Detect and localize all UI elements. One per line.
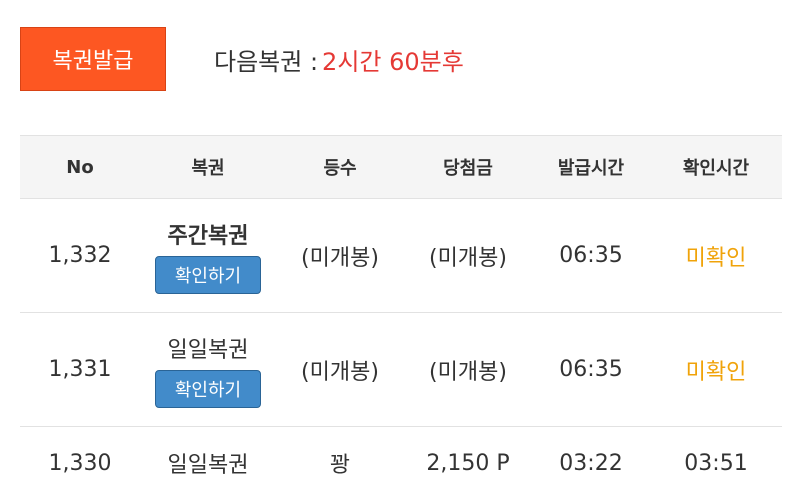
row-lottery-cell: 일일복권 [140,447,276,477]
row-lottery-type: 주간복권 [167,223,249,249]
row-issue-time: 03:22 [559,450,623,476]
row-lottery-cell: 일일복권 확인하기 [140,332,276,408]
row-no: 1,332 [48,243,112,268]
column-header-rank: 등수 [323,158,357,179]
row-rank: 꽝 [329,453,351,477]
table-row: 1,331 일일복권 확인하기 (미개봉) (미개봉) 06:35 미확인 [20,313,782,427]
lottery-page: 복권발급 다음복권 : 2시간 60분후 No 복권 등수 당첨금 발급시간 확… [0,0,800,477]
row-check-status: 미확인 [685,245,747,271]
row-rank: (미개봉) [301,359,379,385]
column-header-no: No [66,156,94,178]
lottery-table: No 복권 등수 당첨금 발급시간 확인시간 1,332 주간복권 확인하기 (… [20,135,782,477]
confirm-button[interactable]: 확인하기 [155,369,261,408]
table-row: 1,332 주간복권 확인하기 (미개봉) (미개봉) 06:35 미확인 [20,199,782,313]
row-prize: 2,150 P [426,450,510,476]
row-no: 1,330 [48,450,112,476]
row-check-status: 미확인 [685,359,747,385]
row-check-time: 03:51 [684,450,748,476]
column-header-prize: 당첨금 [443,158,493,179]
next-lottery-label: 다음복권 : [214,47,319,76]
row-prize: (미개봉) [429,245,507,271]
column-header-issue-time: 발급시간 [557,158,625,179]
row-lottery-cell: 주간복권 확인하기 [140,218,276,294]
next-lottery-countdown: 2시간 60분후 [322,47,464,76]
row-issue-time: 06:35 [559,243,623,268]
column-header-check-time: 확인시간 [682,158,750,179]
confirm-button[interactable]: 확인하기 [155,255,261,294]
row-lottery-type: 일일복권 [167,453,249,477]
row-rank: (미개봉) [301,245,379,271]
row-no: 1,331 [48,357,112,382]
issue-lottery-button[interactable]: 복권발급 [20,27,166,91]
top-bar: 복권발급 다음복권 : 2시간 60분후 [20,26,464,92]
table-header: No 복권 등수 당첨금 발급시간 확인시간 [20,135,782,199]
column-header-lottery: 복권 [191,158,225,179]
table-row: 1,330 일일복권 꽝 2,150 P 03:22 03:51 [20,427,782,477]
row-lottery-type: 일일복권 [167,337,249,363]
row-issue-time: 06:35 [559,357,623,382]
row-prize: (미개봉) [429,359,507,385]
